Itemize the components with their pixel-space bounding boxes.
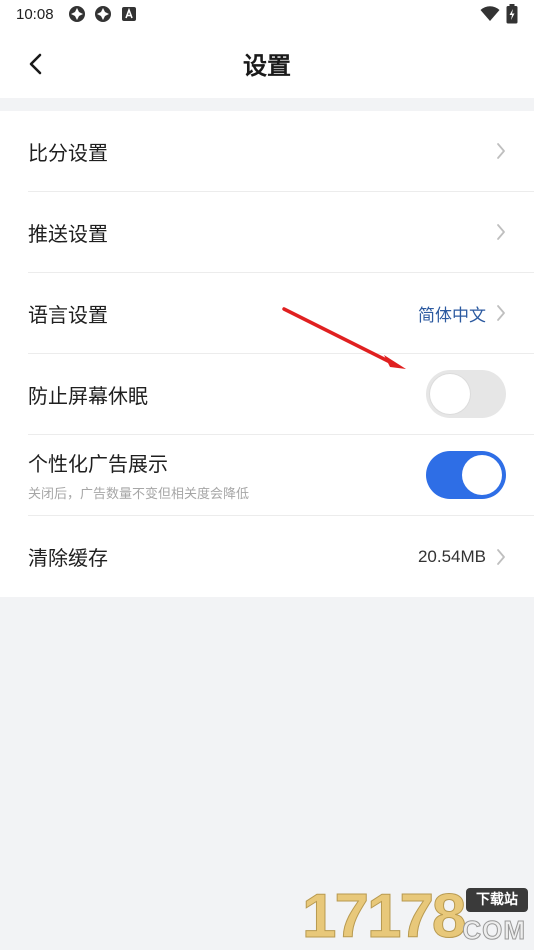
site-watermark: 17178 下载站 COM: [301, 882, 528, 950]
chevron-right-icon: [497, 548, 505, 565]
cache-size-value: 20.54MB: [417, 546, 486, 566]
settings-item-text: 个性化广告展示 关闭后，广告数量不变但相关度会降低: [28, 448, 249, 502]
a-badge-icon: [121, 7, 136, 21]
chevron-right-icon: [497, 224, 505, 240]
settings-item-label: 个性化广告展示: [28, 452, 168, 476]
chevron-right-icon: [497, 305, 505, 321]
settings-item-score[interactable]: 比分设置: [28, 111, 534, 192]
battery-icon: [506, 4, 518, 24]
settings-item-right: [426, 370, 506, 418]
page-title: 设置: [243, 51, 291, 80]
settings-item-label: 推送设置: [28, 221, 108, 246]
language-value: 简体中文: [418, 305, 486, 326]
settings-list: 比分设置 推送设置 语言设置 简体中文 防止屏幕休眠 个性化广告展示 关闭后，广…: [0, 111, 534, 597]
status-bar: 10:08: [0, 0, 534, 28]
toggle-knob: [462, 455, 502, 495]
settings-item-right: [496, 223, 506, 241]
settings-item-right: 简体中文: [418, 301, 506, 326]
settings-item-hint: 关闭后，广告数量不变但相关度会降低: [28, 487, 250, 502]
chevron-right-icon: [497, 143, 505, 159]
wifi-icon: [480, 6, 500, 21]
settings-item-label: 比分设置: [28, 140, 108, 165]
app-notification-icon: [94, 6, 111, 22]
settings-item-right: 20.54MB: [418, 547, 506, 567]
settings-item-right: [426, 451, 506, 499]
settings-item-personalized-ads: 个性化广告展示 关闭后，广告数量不变但相关度会降低: [28, 435, 534, 516]
status-right-group: [480, 4, 518, 24]
watermark-badge: 下载站: [466, 888, 528, 912]
settings-item-label: 防止屏幕休眠: [28, 383, 148, 408]
settings-item-clear-cache[interactable]: 清除缓存 20.54MB: [28, 516, 534, 597]
settings-item-right: [496, 142, 506, 160]
keep-awake-toggle[interactable]: [426, 370, 506, 418]
settings-item-push[interactable]: 推送设置: [28, 192, 534, 273]
red-arrow-annotation: [282, 307, 406, 369]
settings-item-label: 清除缓存: [28, 546, 108, 570]
settings-item-label: 语言设置: [28, 302, 108, 327]
back-chevron-icon[interactable]: [24, 52, 48, 76]
app-notification-icon: [68, 6, 85, 22]
personalized-ads-toggle[interactable]: [426, 451, 506, 499]
top-app-bar: 设置: [0, 28, 534, 98]
toggle-knob: [430, 374, 470, 414]
watermark-domain: COM: [462, 915, 526, 946]
watermark-digits: 17178: [301, 882, 466, 950]
status-time: 10:08: [16, 5, 54, 23]
